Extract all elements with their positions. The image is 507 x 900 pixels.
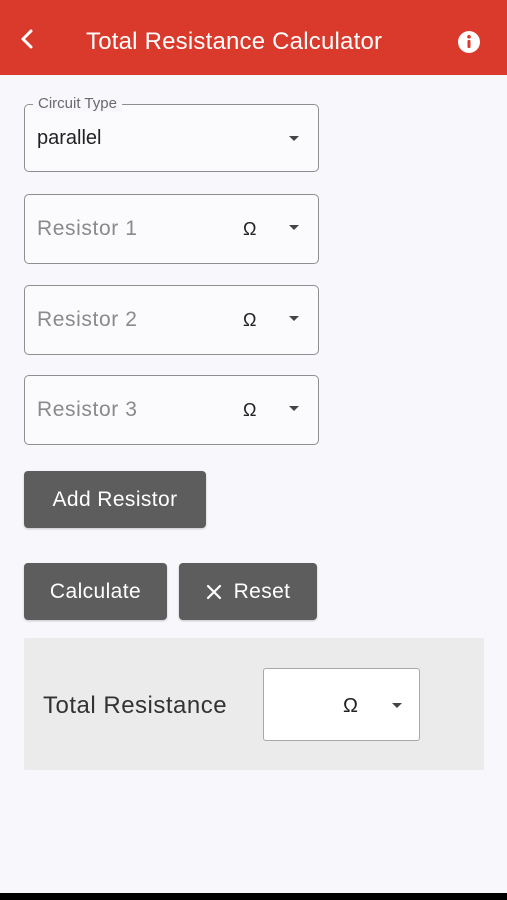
- dropdown-caret-icon[interactable]: [289, 406, 299, 411]
- calculate-button[interactable]: Calculate: [24, 563, 167, 620]
- info-icon: [458, 31, 480, 53]
- result-panel: Total Resistance Ω: [24, 638, 484, 770]
- add-resistor-button[interactable]: Add Resistor: [24, 471, 206, 528]
- total-resistance-label: Total Resistance: [43, 692, 228, 719]
- info-button[interactable]: [457, 30, 481, 54]
- reset-button[interactable]: Reset: [179, 563, 317, 620]
- close-icon: [206, 584, 222, 600]
- resistor-3-input[interactable]: [37, 396, 227, 424]
- total-resistance-unit[interactable]: Ω: [343, 695, 358, 718]
- page-title: Total Resistance Calculator: [86, 28, 383, 55]
- circuit-type-select[interactable]: Circuit Type parallel: [24, 95, 319, 172]
- circuit-type-label: Circuit Type: [33, 95, 122, 112]
- resistor-1-field: Ω: [24, 194, 319, 264]
- resistor-1-input[interactable]: [37, 215, 227, 243]
- app-bar: Total Resistance Calculator: [0, 0, 507, 75]
- resistor-2-field: Ω: [24, 285, 319, 355]
- chevron-left-icon: [21, 29, 33, 49]
- back-button[interactable]: [14, 26, 40, 52]
- total-resistance-output[interactable]: Ω: [263, 668, 420, 741]
- circuit-type-value: parallel: [37, 127, 102, 149]
- dropdown-caret-icon[interactable]: [289, 316, 299, 321]
- system-bottom-bar: [0, 893, 507, 900]
- resistor-1-unit[interactable]: Ω: [243, 219, 256, 240]
- dropdown-caret-icon[interactable]: [289, 225, 299, 230]
- reset-label: Reset: [233, 579, 291, 603]
- resistor-2-unit[interactable]: Ω: [243, 310, 256, 331]
- resistor-2-input[interactable]: [37, 306, 227, 334]
- dropdown-caret-icon[interactable]: [392, 703, 402, 708]
- resistor-3-unit[interactable]: Ω: [243, 400, 256, 421]
- dropdown-caret-icon[interactable]: [289, 136, 299, 141]
- resistor-3-field: Ω: [24, 375, 319, 445]
